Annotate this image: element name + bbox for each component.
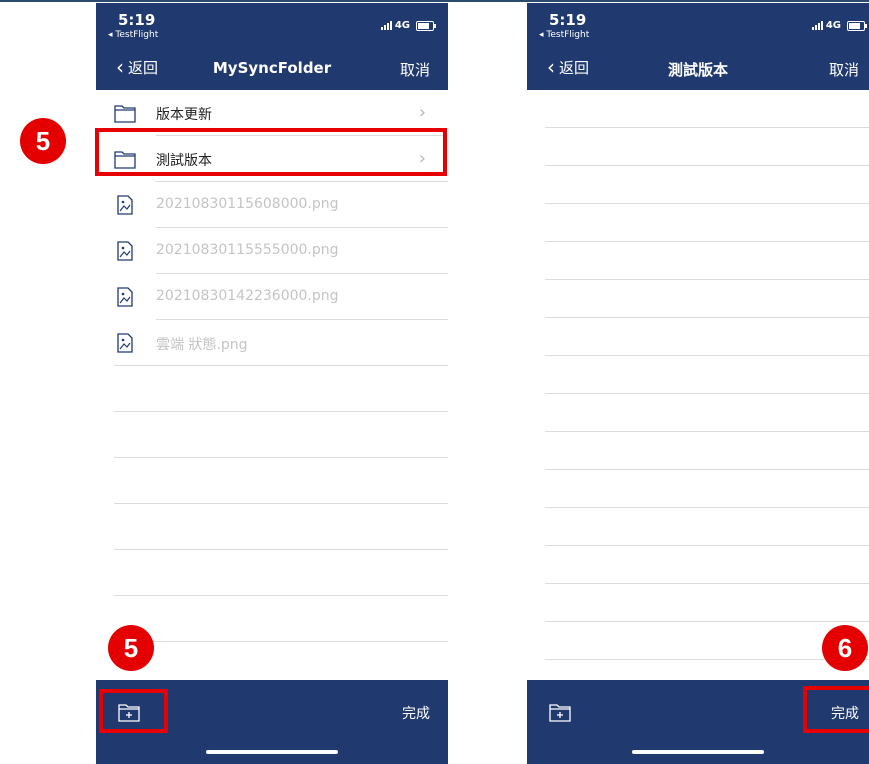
empty-row bbox=[545, 470, 869, 508]
cancel-button[interactable]: 取消 bbox=[829, 59, 859, 80]
network-type: 4G bbox=[825, 20, 841, 31]
home-indicator bbox=[632, 750, 764, 754]
empty-file-list bbox=[527, 90, 869, 698]
network-type: 4G bbox=[394, 20, 410, 31]
nav-header: 5:19 ◂ TestFlight 4G ‹ 返回 MySyncFolder 取… bbox=[96, 3, 448, 90]
folder-icon bbox=[114, 105, 136, 123]
status-indicators: 4G bbox=[380, 20, 436, 31]
empty-row bbox=[545, 280, 869, 318]
empty-row bbox=[545, 622, 869, 660]
signal-icon bbox=[811, 21, 823, 30]
list-item[interactable]: 20210830115608000.png bbox=[96, 182, 448, 228]
highlight-new-folder bbox=[99, 689, 168, 733]
image-file-icon bbox=[117, 195, 133, 215]
back-to-testflight[interactable]: ◂ TestFlight bbox=[539, 30, 589, 40]
empty-row bbox=[545, 356, 869, 394]
highlight-done bbox=[803, 686, 869, 733]
empty-row bbox=[96, 366, 448, 412]
back-to-testflight[interactable]: ◂ TestFlight bbox=[108, 30, 158, 40]
chevron-right-icon: › bbox=[418, 102, 426, 123]
status-indicators: 4G bbox=[811, 20, 867, 31]
empty-row bbox=[545, 546, 869, 584]
nav-title: MySyncFolder bbox=[212, 59, 332, 77]
nav-header: 5:19 ◂ TestFlight 4G ‹ 返回 測試版本 取消 bbox=[527, 3, 869, 90]
item-label: 雲端 狀態.png bbox=[156, 337, 248, 353]
empty-row bbox=[96, 504, 448, 550]
empty-row bbox=[545, 242, 869, 280]
step-badge: 5 bbox=[20, 118, 66, 164]
empty-row bbox=[96, 458, 448, 504]
empty-row bbox=[545, 90, 869, 128]
right-phone-screen: 5:19 ◂ TestFlight 4G ‹ 返回 測試版本 取消 完成 bbox=[527, 3, 869, 764]
status-time: 5:19 bbox=[118, 11, 156, 29]
cancel-button[interactable]: 取消 bbox=[400, 59, 430, 80]
highlight-folder-row bbox=[95, 128, 447, 176]
item-label: 20210830115608000.png bbox=[156, 196, 339, 212]
image-file-icon bbox=[117, 241, 133, 261]
item-label: 20210830115555000.png bbox=[156, 242, 339, 258]
nav-title: 測試版本 bbox=[667, 61, 728, 79]
empty-row bbox=[545, 204, 869, 242]
image-file-icon bbox=[117, 287, 133, 307]
list-item[interactable]: 20210830142236000.png bbox=[96, 274, 448, 320]
battery-icon bbox=[847, 20, 867, 31]
empty-row bbox=[545, 584, 869, 622]
empty-row bbox=[545, 166, 869, 204]
image-file-icon bbox=[117, 333, 133, 353]
done-button[interactable]: 完成 bbox=[402, 703, 430, 723]
empty-row bbox=[96, 550, 448, 596]
status-time: 5:19 bbox=[549, 11, 587, 29]
item-label: 20210830142236000.png bbox=[156, 288, 339, 304]
empty-row bbox=[96, 412, 448, 458]
step-badge: 6 bbox=[822, 625, 868, 671]
top-border bbox=[0, 0, 869, 2]
new-folder-icon[interactable] bbox=[549, 702, 571, 722]
item-label: 版本更新 bbox=[156, 107, 212, 123]
battery-icon bbox=[416, 20, 436, 31]
empty-row bbox=[545, 508, 869, 546]
file-list: 版本更新 › 測試版本 › 20210830115608000.png 2021… bbox=[96, 90, 448, 688]
empty-row bbox=[545, 318, 869, 356]
empty-row bbox=[545, 394, 869, 432]
step-badge: 5 bbox=[108, 625, 154, 671]
empty-row bbox=[545, 432, 869, 470]
list-item[interactable]: 雲端 狀態.png bbox=[96, 320, 448, 366]
signal-icon bbox=[380, 21, 392, 30]
empty-row bbox=[545, 128, 869, 166]
home-indicator bbox=[206, 750, 338, 754]
list-item[interactable]: 20210830115555000.png bbox=[96, 228, 448, 274]
